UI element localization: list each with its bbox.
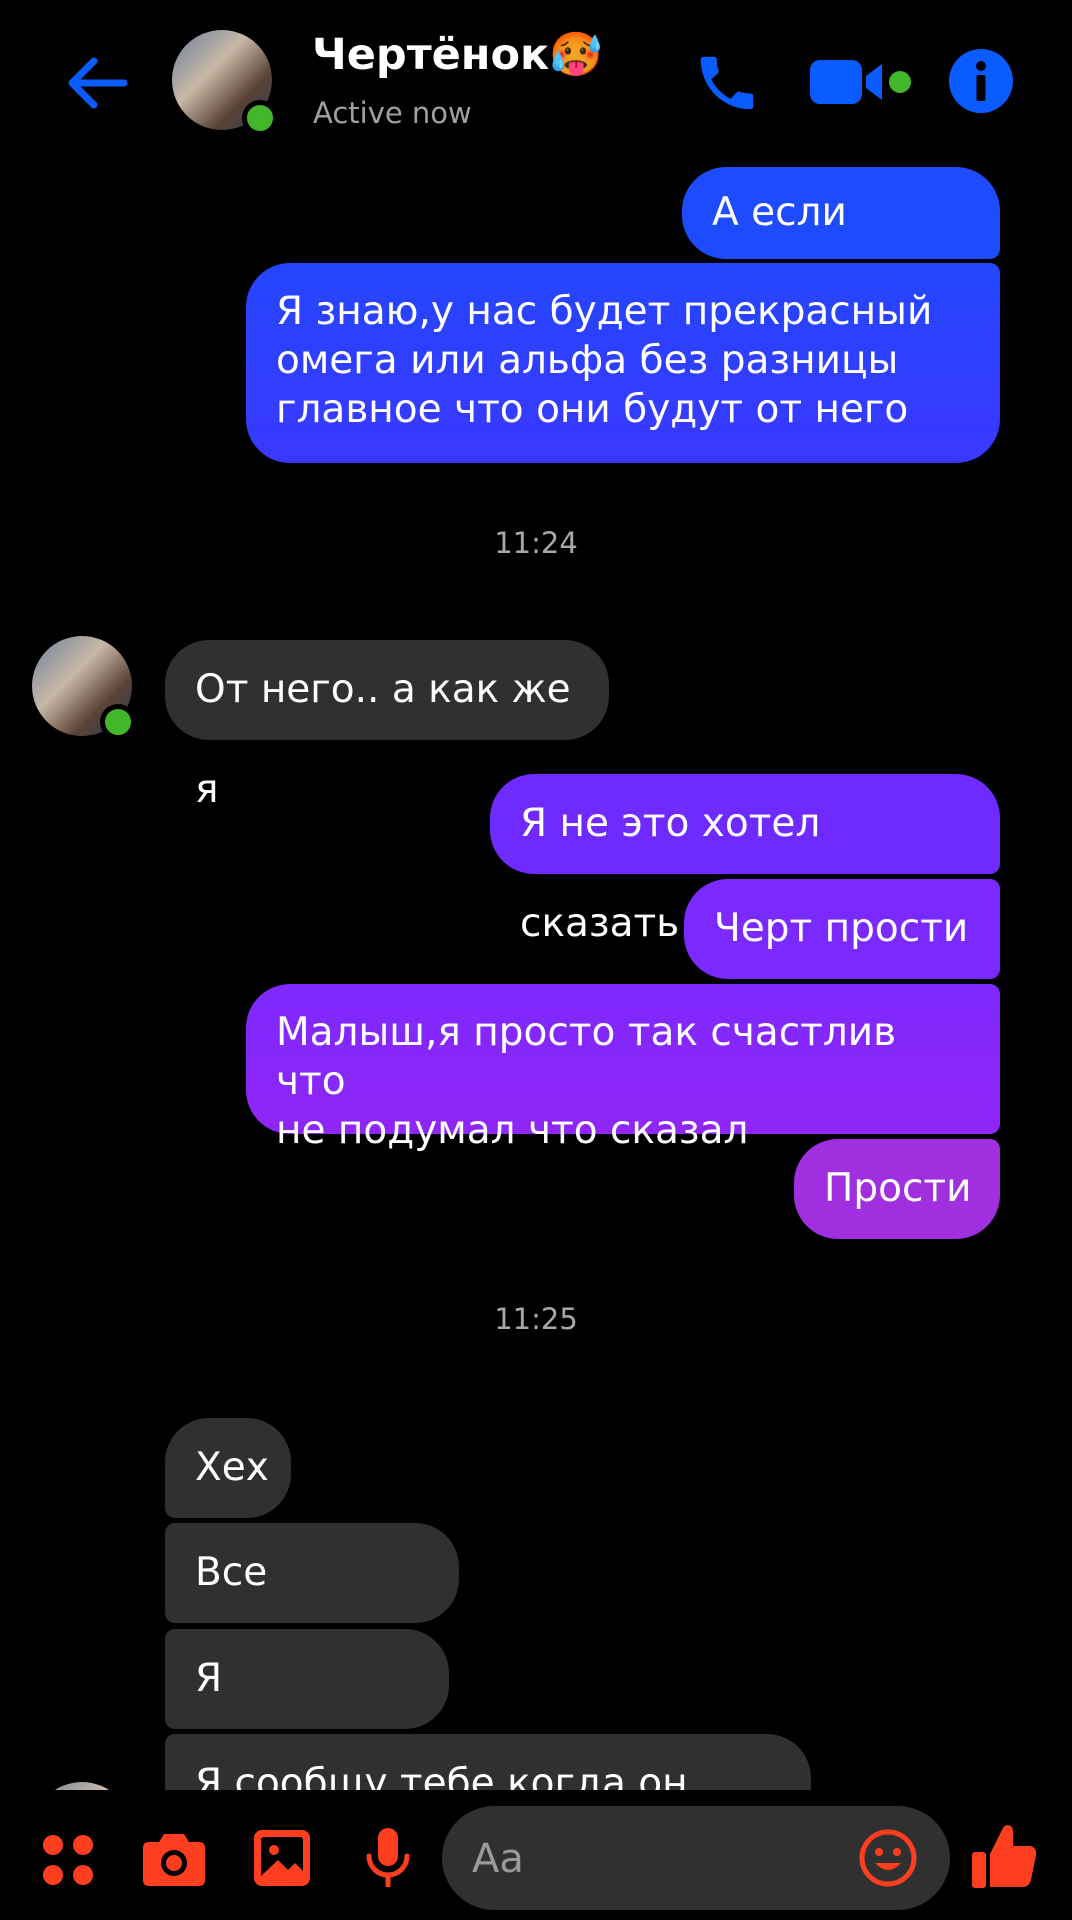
message-outgoing[interactable]: Я знаю,у нас будет прекрасный омега или … xyxy=(246,263,1000,463)
message-incoming[interactable]: Все хорошо xyxy=(165,1523,459,1695)
message-outgoing[interactable]: А если точно xyxy=(682,167,1000,327)
video-call-icon[interactable] xyxy=(808,52,914,112)
message-incoming[interactable]: От него.. а как же я xyxy=(165,640,609,812)
more-actions-icon[interactable] xyxy=(40,1832,96,1888)
sender-avatar[interactable] xyxy=(32,636,136,740)
message-input-placeholder: Aa xyxy=(472,1836,524,1882)
gallery-icon[interactable] xyxy=(252,1828,312,1888)
active-status: Active now xyxy=(313,96,472,130)
message-outgoing[interactable]: Прости xyxy=(794,1139,1000,1239)
online-indicator xyxy=(242,100,278,136)
online-indicator xyxy=(100,704,136,740)
message-outgoing[interactable]: Я не это хотел сказать xyxy=(490,774,1000,946)
back-arrow-icon[interactable] xyxy=(60,45,136,121)
contact-name[interactable]: Чертёнок🥵 xyxy=(312,30,603,80)
microphone-icon[interactable] xyxy=(364,1826,412,1892)
chat-header: Чертёнок🥵 Active now xyxy=(0,0,1072,165)
timestamp: 11:25 xyxy=(494,1302,578,1336)
message-outgoing[interactable]: Малыш,я просто так счастлив что не подум… xyxy=(246,984,1000,1153)
timestamp: 11:24 xyxy=(494,526,578,560)
message-outgoing[interactable]: Черт прости xyxy=(684,879,1000,979)
message-incoming[interactable]: Хех xyxy=(165,1418,291,1518)
contact-avatar[interactable] xyxy=(172,30,278,136)
thumbs-up-icon[interactable] xyxy=(970,1822,1038,1892)
message-incoming[interactable]: Я понимаю xyxy=(165,1629,449,1801)
info-icon[interactable] xyxy=(948,48,1014,114)
phone-call-icon[interactable] xyxy=(692,48,762,118)
camera-icon[interactable] xyxy=(142,1828,206,1888)
emoji-icon[interactable] xyxy=(858,1828,918,1888)
message-input[interactable]: Aa xyxy=(442,1806,950,1910)
